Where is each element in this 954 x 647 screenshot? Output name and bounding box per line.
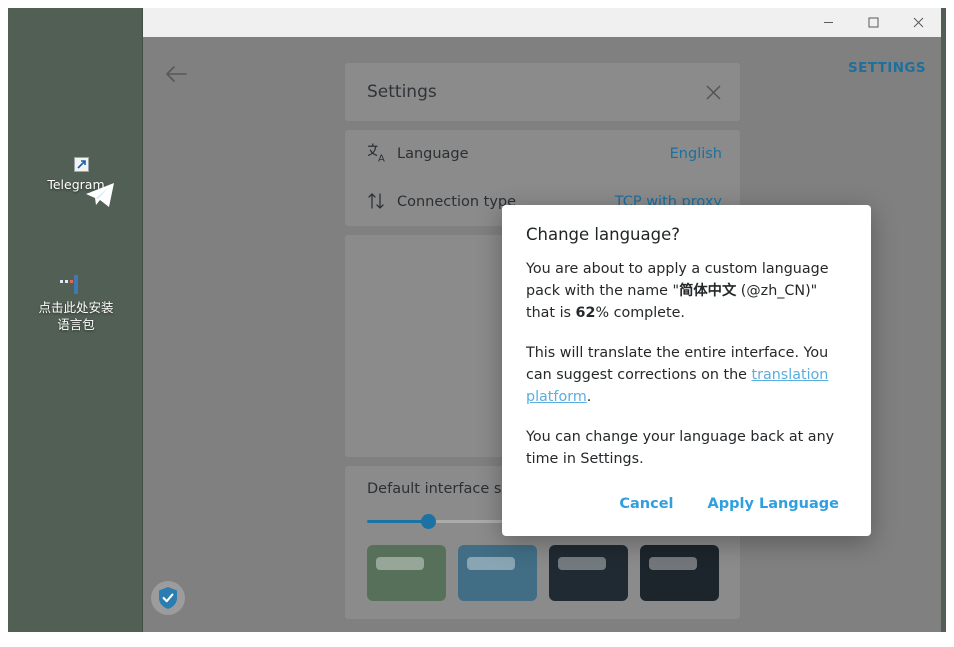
dialog-completion-percent: 62: [576, 305, 596, 321]
apply-language-button[interactable]: Apply Language: [698, 490, 850, 518]
cancel-button[interactable]: Cancel: [609, 490, 683, 518]
paper-plane-icon: [85, 182, 115, 208]
settings-title: Settings: [367, 82, 437, 102]
shortcut-arrow-badge: [74, 157, 89, 172]
dialog-language-name: 简体中文: [679, 283, 736, 299]
arrow-left-icon: [165, 65, 187, 83]
desktop-icon-language-pack-installer[interactable]: 点击此处安装 语言包: [21, 276, 131, 333]
change-language-dialog: Change language? You are about to apply …: [502, 205, 871, 536]
connection-arrows-icon: [367, 191, 397, 214]
theme-swatch-night-dark[interactable]: [640, 545, 719, 601]
dialog-paragraph-3: You can change your language back at any…: [526, 426, 849, 470]
settings-header: Settings: [345, 63, 740, 121]
window-titlebar: [143, 8, 941, 37]
security-shield-badge[interactable]: [151, 581, 185, 615]
theme-swatch-tinted-dark[interactable]: [549, 545, 628, 601]
shield-check-icon: [157, 586, 179, 610]
close-icon: [705, 84, 722, 101]
settings-row-label: Language: [397, 146, 670, 162]
settings-row-value[interactable]: English: [670, 146, 722, 162]
desktop-icon-label: 点击此处安装 语言包: [38, 300, 113, 332]
close-button[interactable]: [896, 8, 941, 37]
minimize-button[interactable]: [806, 8, 851, 37]
telegram-window: SETTINGS Settings: [143, 8, 941, 632]
theme-swatch-day-blue[interactable]: [458, 545, 537, 601]
dialog-p1-after: % complete.: [595, 305, 684, 321]
dialog-actions: Cancel Apply Language: [526, 490, 849, 522]
translate-icon: A: [367, 143, 397, 166]
slider-handle[interactable]: [421, 514, 436, 529]
dialog-title: Change language?: [526, 225, 849, 244]
shortcut-arrow-icon: [77, 160, 86, 169]
dialog-p2-after: .: [587, 389, 592, 405]
dialog-paragraph-2: This will translate the entire interface…: [526, 342, 849, 408]
dialog-paragraph-1: You are about to apply a custom language…: [526, 258, 849, 324]
window-file-icon: [21, 276, 131, 293]
maximize-button[interactable]: [851, 8, 896, 37]
close-icon: [913, 17, 924, 28]
settings-section-label[interactable]: SETTINGS: [848, 60, 926, 76]
back-button[interactable]: [161, 59, 191, 89]
minimize-icon: [823, 17, 834, 28]
screen: Telegram 点击此处安装 语言包: [0, 0, 954, 647]
settings-close-button[interactable]: [705, 84, 722, 101]
theme-swatch-classic-green[interactable]: [367, 545, 446, 601]
settings-row-language[interactable]: A Language English: [345, 130, 740, 178]
maximize-icon: [868, 17, 879, 28]
desktop-icon-telegram[interactable]: Telegram: [21, 170, 131, 193]
theme-swatch-list: [345, 539, 740, 619]
svg-text:A: A: [378, 153, 385, 163]
